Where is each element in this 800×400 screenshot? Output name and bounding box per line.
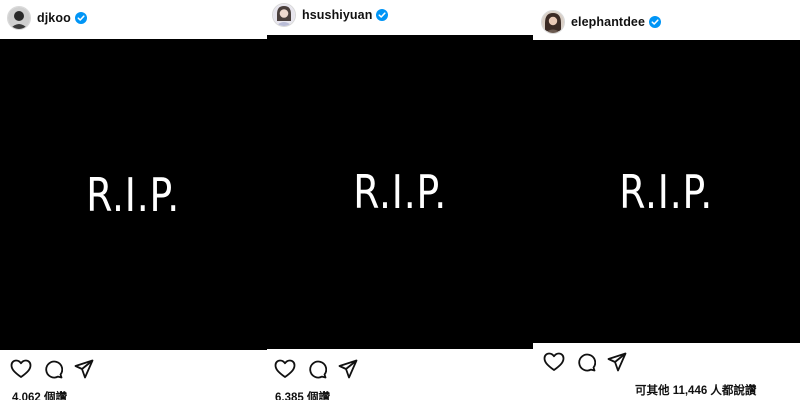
avatar[interactable] — [7, 6, 31, 30]
comment-icon[interactable] — [576, 352, 596, 372]
image-text: R.I.P. — [86, 167, 181, 222]
comment-icon[interactable] — [307, 359, 327, 379]
username[interactable]: djkoo — [37, 11, 71, 25]
image-text: R.I.P. — [619, 164, 714, 219]
post-image[interactable]: R.I.P. — [533, 40, 800, 343]
share-icon[interactable] — [74, 359, 94, 379]
post-panel-elephantdee: elephantdee R.I.P. 可其他 11,446 人都說讚 — [533, 0, 800, 400]
post-header: hsushiyuan — [272, 3, 389, 27]
username[interactable]: elephantdee — [571, 15, 645, 29]
like-count[interactable]: 6,385 個讚 — [275, 389, 330, 400]
username[interactable]: hsushiyuan — [302, 8, 372, 22]
post-panel-djkoo: djkoo R.I.P. 4,062 個讚 — [0, 0, 267, 400]
action-bar — [543, 352, 638, 372]
avatar[interactable] — [541, 10, 565, 34]
share-icon[interactable] — [338, 359, 358, 379]
action-bar — [10, 359, 105, 379]
share-icon[interactable] — [607, 352, 627, 372]
avatar[interactable] — [272, 3, 296, 27]
post-header: djkoo — [7, 6, 87, 30]
verified-badge-icon — [649, 16, 662, 28]
like-count[interactable]: 可其他 11,446 人都說讚 — [635, 382, 756, 398]
heart-icon[interactable] — [274, 359, 296, 379]
post-header: elephantdee — [541, 10, 662, 34]
verified-badge-icon — [74, 12, 87, 24]
image-text: R.I.P. — [353, 165, 447, 219]
action-bar — [274, 359, 369, 379]
heart-icon[interactable] — [10, 359, 32, 379]
like-count[interactable]: 4,062 個讚 — [12, 389, 67, 400]
post-panel-hsushiyuan: hsushiyuan R.I.P. 6,385 個讚 — [267, 0, 533, 400]
heart-icon[interactable] — [543, 352, 565, 372]
post-image[interactable]: R.I.P. — [0, 39, 267, 350]
post-image[interactable]: R.I.P. — [267, 35, 533, 349]
verified-badge-icon — [376, 9, 389, 21]
comment-icon[interactable] — [43, 359, 63, 379]
